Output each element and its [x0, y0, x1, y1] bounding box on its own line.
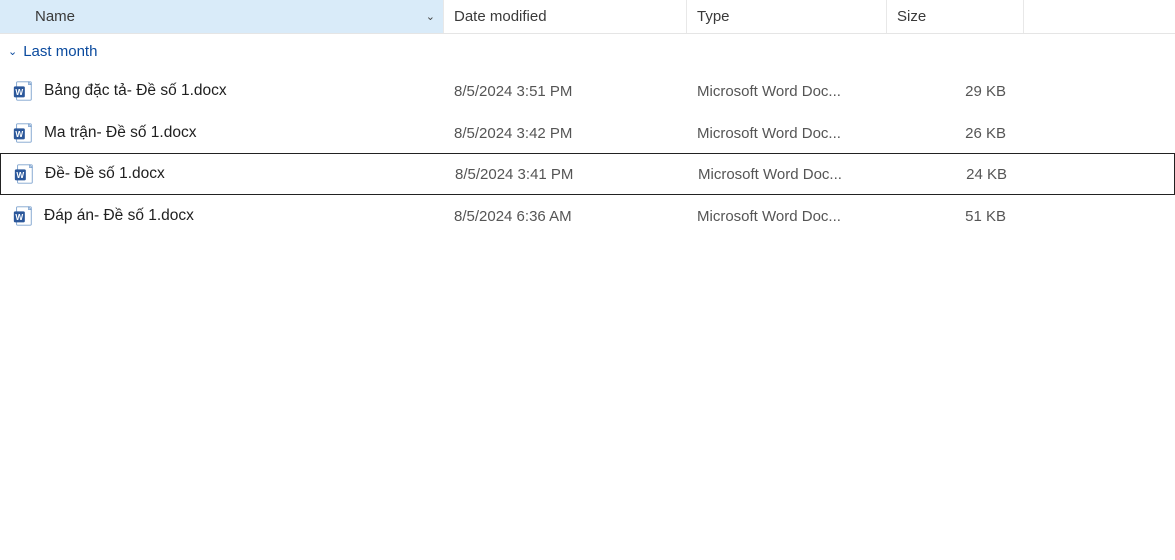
file-size-cell: 29 KB [887, 83, 1024, 100]
file-name-cell: W Ma trận- Đề số 1.docx [0, 122, 444, 144]
chevron-down-icon: ⌄ [426, 10, 435, 23]
file-date-cell: 8/5/2024 3:42 PM [444, 125, 687, 142]
column-header-type[interactable]: Type [687, 0, 887, 33]
file-row[interactable]: W Đề- Đề số 1.docx 8/5/2024 3:41 PMMicroso… [0, 153, 1175, 195]
file-list: W Bảng đặc tả- Đề số 1.docx 8/5/2024 3:51 … [0, 68, 1175, 237]
file-type-cell: Microsoft Word Doc... [687, 125, 887, 142]
svg-text:W: W [16, 171, 24, 180]
column-header-date-label: Date modified [454, 8, 547, 25]
column-header-size-label: Size [897, 8, 926, 25]
column-header-row: Name ⌄ Date modified Type Size [0, 0, 1175, 34]
file-size-cell: 24 KB [888, 166, 1025, 183]
file-row[interactable]: W Bảng đặc tả- Đề số 1.docx 8/5/2024 3:51 … [0, 70, 1175, 112]
file-type-cell: Microsoft Word Doc... [687, 83, 887, 100]
svg-text:W: W [15, 130, 23, 139]
file-name: Đáp án- Đề số 1.docx [44, 207, 194, 225]
file-date-cell: 8/5/2024 3:41 PM [445, 166, 688, 183]
file-type-cell: Microsoft Word Doc... [687, 208, 887, 225]
file-size-cell: 26 KB [887, 125, 1024, 142]
file-name-cell: W Bảng đặc tả- Đề số 1.docx [0, 80, 444, 102]
svg-text:W: W [15, 213, 23, 222]
file-date-cell: 8/5/2024 6:36 AM [444, 208, 687, 225]
file-type-cell: Microsoft Word Doc... [688, 166, 888, 183]
file-name: Đề- Đề số 1.docx [45, 165, 165, 183]
svg-text:W: W [15, 88, 23, 97]
column-header-type-label: Type [697, 8, 730, 25]
file-row[interactable]: W Ma trận- Đề số 1.docx 8/5/2024 3:42 PMMi… [0, 112, 1175, 154]
group-header[interactable]: ⌄ Last month [0, 34, 1175, 68]
column-header-size[interactable]: Size [887, 0, 1024, 33]
file-name-cell: W Đáp án- Đề số 1.docx [0, 205, 444, 227]
file-row[interactable]: W Đáp án- Đề số 1.docx 8/5/2024 6:36 AMMic… [0, 195, 1175, 237]
word-document-icon: W [13, 163, 35, 185]
chevron-down-icon: ⌄ [8, 45, 17, 58]
file-name-cell: W Đề- Đề số 1.docx [1, 163, 445, 185]
file-name: Ma trận- Đề số 1.docx [44, 124, 196, 142]
column-header-name-label: Name [35, 8, 75, 25]
word-document-icon: W [12, 205, 34, 227]
group-header-label: Last month [23, 43, 97, 60]
column-header-name[interactable]: Name ⌄ [0, 0, 444, 33]
file-size-cell: 51 KB [887, 208, 1024, 225]
word-document-icon: W [12, 80, 34, 102]
file-date-cell: 8/5/2024 3:51 PM [444, 83, 687, 100]
file-name: Bảng đặc tả- Đề số 1.docx [44, 82, 227, 100]
column-header-date[interactable]: Date modified [444, 0, 687, 33]
word-document-icon: W [12, 122, 34, 144]
